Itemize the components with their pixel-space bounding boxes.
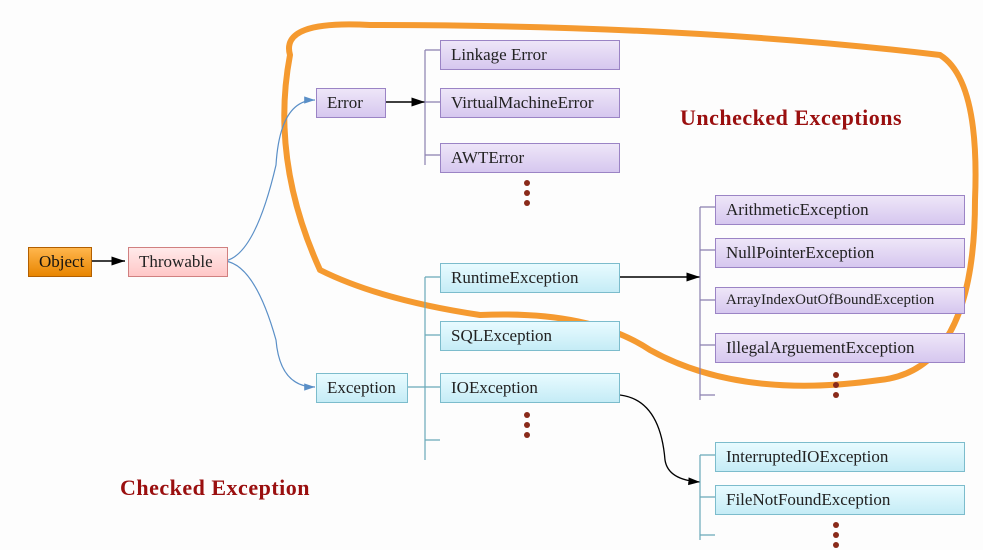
- node-vm-error: VirtualMachineError: [440, 88, 620, 118]
- node-awt-error-label: AWTError: [451, 148, 524, 168]
- ellipsis-icon: [524, 410, 530, 440]
- node-awt-error: AWTError: [440, 143, 620, 173]
- node-array-index-exception-label: ArrayIndexOutOfBoundException: [726, 292, 934, 309]
- node-error-label: Error: [327, 93, 363, 113]
- node-vm-error-label: VirtualMachineError: [451, 93, 593, 113]
- node-illegal-argument-exception: IllegalArguementException: [715, 333, 965, 363]
- node-interrupted-io-exception: InterruptedIOException: [715, 442, 965, 472]
- node-arithmetic-exception: ArithmeticException: [715, 195, 965, 225]
- node-exception: Exception: [316, 373, 408, 403]
- node-runtime-exception-label: RuntimeException: [451, 268, 578, 288]
- node-throwable-label: Throwable: [139, 252, 213, 272]
- ellipsis-icon: [833, 520, 839, 550]
- node-linkage-error-label: Linkage Error: [451, 45, 547, 65]
- node-error: Error: [316, 88, 386, 118]
- node-runtime-exception: RuntimeException: [440, 263, 620, 293]
- node-io-exception-label: IOException: [451, 378, 538, 398]
- node-null-pointer-exception-label: NullPointerException: [726, 243, 874, 263]
- node-exception-label: Exception: [327, 378, 396, 398]
- node-interrupted-io-exception-label: InterruptedIOException: [726, 447, 888, 467]
- node-arithmetic-exception-label: ArithmeticException: [726, 200, 869, 220]
- label-unchecked-exceptions: Unchecked Exceptions: [680, 105, 902, 131]
- node-object-label: Object: [39, 252, 84, 272]
- node-file-not-found-exception-label: FileNotFoundException: [726, 490, 890, 510]
- node-sql-exception: SQLException: [440, 321, 620, 351]
- ellipsis-icon: [524, 178, 530, 208]
- node-throwable: Throwable: [128, 247, 228, 277]
- label-checked-exception: Checked Exception: [120, 475, 310, 501]
- node-illegal-argument-exception-label: IllegalArguementException: [726, 338, 915, 358]
- node-linkage-error: Linkage Error: [440, 40, 620, 70]
- node-null-pointer-exception: NullPointerException: [715, 238, 965, 268]
- node-sql-exception-label: SQLException: [451, 326, 552, 346]
- node-object: Object: [28, 247, 92, 277]
- node-file-not-found-exception: FileNotFoundException: [715, 485, 965, 515]
- node-array-index-exception: ArrayIndexOutOfBoundException: [715, 287, 965, 314]
- node-io-exception: IOException: [440, 373, 620, 403]
- ellipsis-icon: [833, 370, 839, 400]
